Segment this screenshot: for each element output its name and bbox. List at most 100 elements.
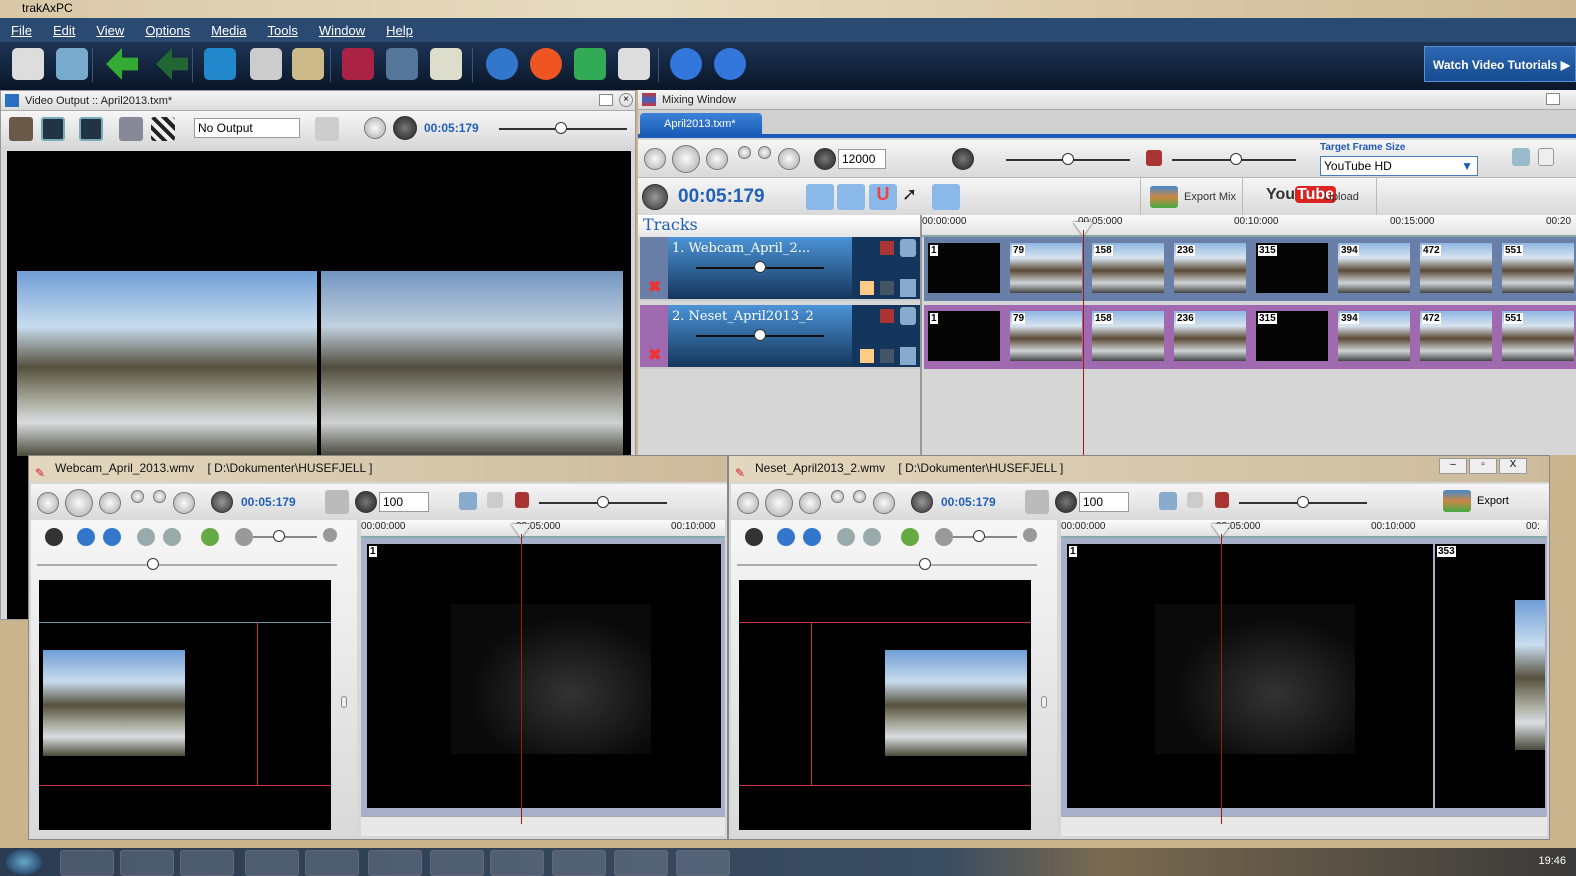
export-icon[interactable] xyxy=(1443,490,1471,512)
position-slider[interactable] xyxy=(37,558,337,570)
layout-grid-icon[interactable] xyxy=(860,349,874,363)
track-header[interactable]: ✖ 1. Webcam_April_2... xyxy=(640,237,920,301)
play-button[interactable] xyxy=(364,117,386,139)
speed-dial-icon[interactable] xyxy=(355,491,377,513)
save-icon[interactable] xyxy=(12,48,44,80)
tab-april2013[interactable]: April2013.txm* xyxy=(640,113,762,135)
cd-burn-icon[interactable] xyxy=(292,48,324,80)
close-button[interactable]: X xyxy=(1499,458,1527,474)
minimize-button[interactable]: – xyxy=(1439,458,1467,474)
presenter-icon[interactable] xyxy=(618,48,650,80)
layout-grid-icon[interactable] xyxy=(860,281,874,295)
light-bulb-icon[interactable] xyxy=(900,307,916,325)
taskbar-opera[interactable] xyxy=(60,850,114,876)
flip-horizontal-icon[interactable] xyxy=(137,528,155,546)
image-zoom-slider[interactable] xyxy=(253,530,317,542)
radar-icon[interactable] xyxy=(386,48,418,80)
skip-start-button[interactable] xyxy=(738,146,751,159)
copy-icon[interactable] xyxy=(1538,148,1554,166)
speed-dial-icon[interactable] xyxy=(1055,491,1077,513)
taskbar-explorer[interactable] xyxy=(430,850,484,876)
zoom-in-icon[interactable] xyxy=(1023,528,1037,542)
loop-button[interactable] xyxy=(706,148,728,170)
track-volume-slider[interactable] xyxy=(696,329,824,341)
stop-button[interactable] xyxy=(37,492,59,514)
track-clip[interactable]: 1 79 158 236 315 394 472 551 xyxy=(924,237,1576,301)
lock-view-icon[interactable] xyxy=(79,117,103,141)
rewind-button[interactable] xyxy=(853,490,866,503)
zoom-out-icon[interactable] xyxy=(235,528,253,546)
flip-vertical-icon[interactable] xyxy=(163,528,181,546)
menu-options[interactable]: Options xyxy=(134,18,200,38)
play-button[interactable] xyxy=(672,145,700,173)
clip-ruler[interactable]: 00:00:000 00:05:000 00:10:000 xyxy=(361,520,725,538)
layout-grid-icon[interactable] xyxy=(1159,492,1177,510)
output-slider[interactable] xyxy=(499,122,627,134)
maximize-button[interactable] xyxy=(1546,93,1560,105)
skip-start-button[interactable] xyxy=(831,490,844,503)
image-zoom-slider[interactable] xyxy=(953,530,1017,542)
horizontal-scrollbar[interactable] xyxy=(1061,816,1547,836)
restore-button[interactable]: ▫ xyxy=(1469,458,1497,474)
zoom-out-icon[interactable] xyxy=(935,528,953,546)
clip-timeline[interactable]: 00:00:000 00:05:000 00:10:000 1 xyxy=(361,520,725,836)
rewind-button[interactable] xyxy=(153,490,166,503)
zoom-slider[interactable] xyxy=(1172,153,1296,165)
timeline-ruler-icon[interactable] xyxy=(932,184,960,210)
target-frame-select[interactable]: YouTube HD ▼ xyxy=(1320,156,1478,176)
output-select[interactable]: No Output xyxy=(194,118,300,138)
speed-dial-icon[interactable] xyxy=(814,148,836,170)
clip-zoom-slider[interactable] xyxy=(539,496,667,508)
speed-input[interactable]: 12000 xyxy=(838,149,886,169)
undo-arrow-icon[interactable] xyxy=(106,48,138,80)
menu-file[interactable]: File xyxy=(0,18,42,38)
export-mix-button[interactable]: Export Mix xyxy=(1184,191,1236,203)
screen-icon[interactable] xyxy=(1187,492,1203,508)
flip-horizontal-icon[interactable] xyxy=(837,528,855,546)
menu-edit[interactable]: Edit xyxy=(42,18,85,38)
fit-view-icon[interactable] xyxy=(41,117,65,141)
image-icon[interactable] xyxy=(901,528,919,546)
taskbar-app[interactable] xyxy=(180,850,234,876)
monitor-icon[interactable] xyxy=(204,48,236,80)
watch-tutorials-button[interactable]: Watch Video Tutorials ▶ xyxy=(1424,46,1576,82)
checkered-flag-icon[interactable] xyxy=(151,117,175,141)
volume-dial-icon[interactable] xyxy=(952,148,974,170)
brightness-dial-icon[interactable] xyxy=(45,528,63,546)
lifebuoy-icon[interactable] xyxy=(530,48,562,80)
timeline-empty-area[interactable] xyxy=(922,370,1576,455)
menu-window[interactable]: Window xyxy=(308,18,375,38)
delete-track-icon[interactable]: ✖ xyxy=(648,277,661,297)
taskbar-app2[interactable] xyxy=(305,850,359,876)
track-volume-slider[interactable] xyxy=(696,261,824,273)
export-button[interactable]: Export xyxy=(1477,495,1509,507)
menu-tools[interactable]: Tools xyxy=(257,18,308,38)
metronome-icon[interactable] xyxy=(325,490,349,514)
image-icon[interactable] xyxy=(201,528,219,546)
snapshot-icon[interactable] xyxy=(119,117,143,141)
menu-view[interactable]: View xyxy=(85,18,134,38)
help-icon[interactable] xyxy=(670,48,702,80)
upload-icon[interactable] xyxy=(1512,148,1530,166)
start-button[interactable] xyxy=(6,849,42,875)
audio-edit-icon[interactable] xyxy=(574,48,606,80)
taskbar-skype[interactable] xyxy=(490,850,544,876)
horizontal-scrollbar[interactable] xyxy=(361,816,725,836)
taskbar-ie[interactable] xyxy=(245,850,299,876)
rotate-left-icon[interactable] xyxy=(77,528,95,546)
zoom-in-icon[interactable] xyxy=(323,528,337,542)
crop-edge[interactable] xyxy=(811,622,812,786)
redo-arrow-icon[interactable] xyxy=(156,48,188,80)
taskbar-trakax[interactable] xyxy=(676,850,730,876)
maximize-button[interactable] xyxy=(599,94,613,106)
upload-button[interactable]: Upload xyxy=(1324,191,1359,203)
clip-ruler[interactable]: 00:00:000 00:05:000 00:10:000 00: xyxy=(1061,520,1547,538)
thermometer-icon[interactable] xyxy=(315,117,339,141)
film-fx-icon[interactable] xyxy=(1215,492,1229,508)
loop-button[interactable] xyxy=(799,492,821,514)
screen-icon[interactable] xyxy=(880,281,894,295)
rotate-left-icon[interactable] xyxy=(777,528,795,546)
return-button[interactable] xyxy=(173,492,195,514)
vertical-slider-handle[interactable] xyxy=(341,696,347,708)
stop-button[interactable] xyxy=(737,492,759,514)
